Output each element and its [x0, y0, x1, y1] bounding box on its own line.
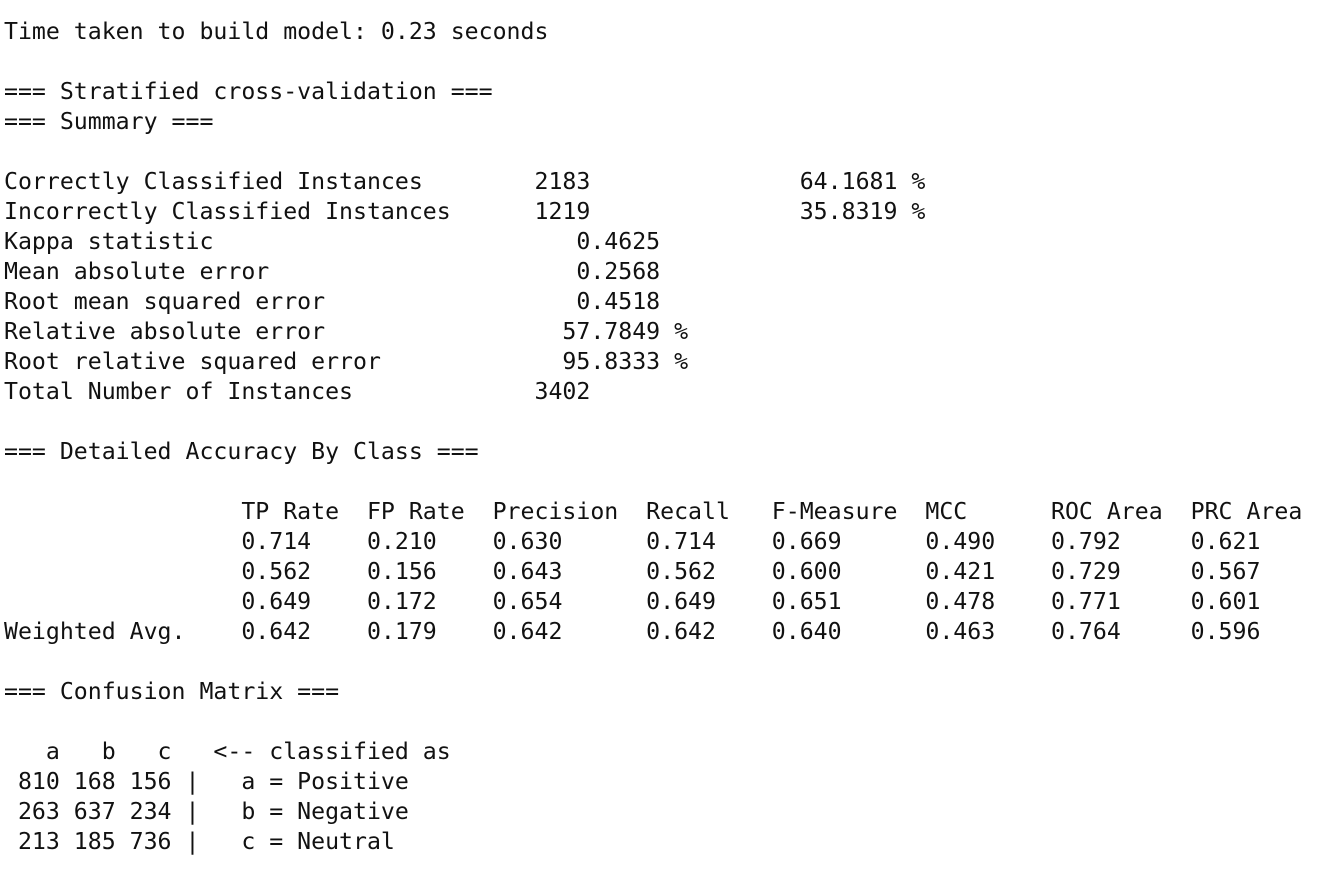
confusion-matrix-header: === Confusion Matrix === [4, 678, 340, 705]
summary-line-rrse: Root relative squared error 95.8333 % [4, 348, 689, 375]
summary-line-kappa: Kappa statistic 0.4625 [4, 228, 661, 255]
confusion-row: 213 185 736 | c = Neutral [4, 828, 395, 855]
confusion-row: 810 168 156 | a = Positive [4, 768, 409, 795]
summary-header: === Summary === [4, 108, 214, 135]
summary-line-mae: Mean absolute error 0.2568 [4, 258, 661, 285]
accuracy-column-headers: TP Rate FP Rate Precision Recall F-Measu… [4, 498, 1303, 525]
build-time-line: Time taken to build model: 0.23 seconds [4, 18, 549, 45]
cross-validation-header: === Stratified cross-validation === [4, 78, 493, 105]
classifier-output-text: Time taken to build model: 0.23 seconds … [4, 17, 1302, 857]
accuracy-row: 0.714 0.210 0.630 0.714 0.669 0.490 0.79… [4, 528, 1261, 555]
summary-line-incorrect: Incorrectly Classified Instances 1219 35… [4, 198, 926, 225]
summary-line-rae: Relative absolute error 57.7849 % [4, 318, 689, 345]
accuracy-row: 0.649 0.172 0.654 0.649 0.651 0.478 0.77… [4, 588, 1261, 615]
detailed-accuracy-header: === Detailed Accuracy By Class === [4, 438, 479, 465]
confusion-row: 263 637 234 | b = Negative [4, 798, 409, 825]
confusion-column-headers: a b c <-- classified as [4, 738, 451, 765]
accuracy-row: 0.562 0.156 0.643 0.562 0.600 0.421 0.72… [4, 558, 1261, 585]
summary-line-rmse: Root mean squared error 0.4518 [4, 288, 661, 315]
summary-line-total: Total Number of Instances 3402 [4, 378, 591, 405]
accuracy-row-weighted-avg: Weighted Avg. 0.642 0.179 0.642 0.642 0.… [4, 618, 1261, 645]
summary-line-correct: Correctly Classified Instances 2183 64.1… [4, 168, 926, 195]
